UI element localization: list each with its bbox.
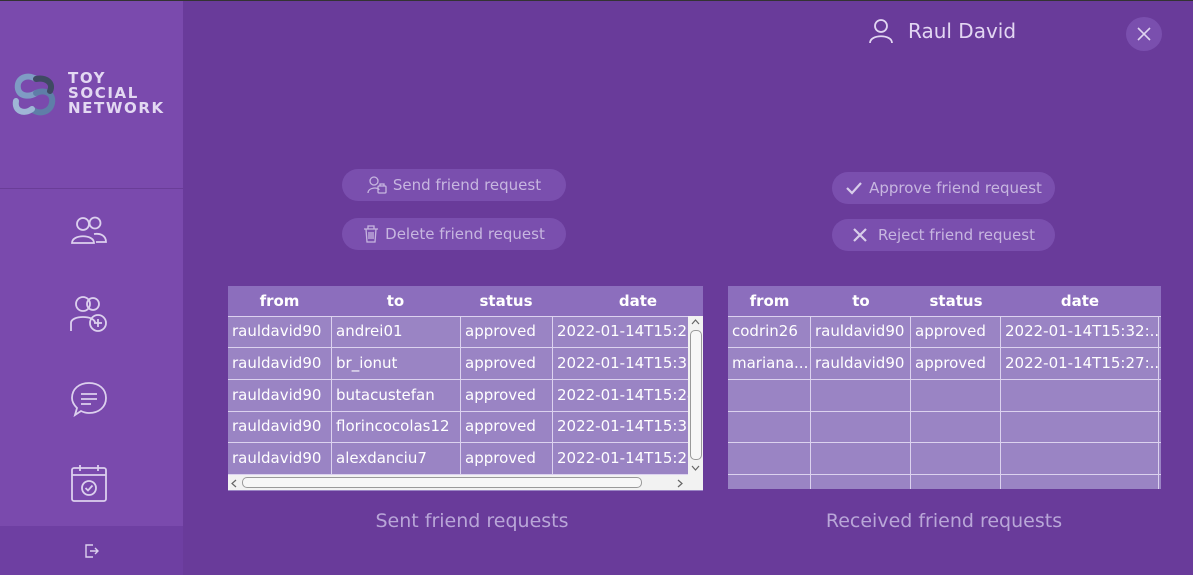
nav-messages[interactable]	[66, 378, 112, 420]
cell-to: alexdanciu7	[332, 443, 461, 474]
table-row[interactable]: rauldavid90 br_ionut approved 2022-01-14…	[228, 348, 688, 380]
cell-date: 2022-01-14T15:22	[557, 449, 688, 467]
reject-friend-request-button[interactable]: Reject friend request	[832, 219, 1055, 251]
check-icon	[846, 182, 862, 195]
scrollbar-corner	[688, 475, 703, 490]
received-requests-table[interactable]: from to status date codrin26 rauldavid90…	[728, 286, 1161, 489]
table-row[interactable]: rauldavid90 andrei01 approved 2022-01-14…	[228, 316, 688, 348]
column-header-date[interactable]: date	[552, 286, 724, 316]
table-row[interactable]: rauldavid90 florincocolas12 approved 202…	[228, 411, 688, 443]
sent-table-header: from to status date	[228, 286, 703, 317]
column-header-to[interactable]: to	[331, 286, 460, 316]
sent-requests-table[interactable]: from to status date rauldavid90 andrei01…	[228, 286, 703, 491]
cell-status: approved	[461, 348, 553, 379]
cell-status: approved	[911, 316, 1001, 347]
logo-icon	[12, 73, 56, 116]
column-header-status[interactable]: status	[911, 286, 1001, 316]
nav-add-friend[interactable]	[66, 293, 112, 335]
received-table-header: from to status date	[728, 286, 1161, 317]
cell-from: rauldavid90	[228, 380, 332, 411]
x-icon	[853, 228, 867, 242]
user-icon	[869, 19, 893, 44]
sidebar: TOY SOCIAL NETWORK	[0, 1, 183, 575]
cell-from: rauldavid90	[228, 316, 332, 347]
cell-status: approved	[461, 316, 553, 347]
nav-events[interactable]	[66, 462, 112, 504]
logo-text: TOY SOCIAL NETWORK	[68, 71, 178, 116]
cell-status: approved	[461, 380, 553, 411]
horizontal-scroll-thumb[interactable]	[242, 477, 642, 488]
cell-to: butacustefan	[332, 380, 461, 411]
add-friend-icon	[70, 296, 107, 332]
horizontal-scrollbar[interactable]	[228, 475, 688, 490]
cell-from: rauldavid90	[228, 411, 332, 442]
send-friend-request-button[interactable]: Send friend request	[342, 169, 566, 201]
trash-icon	[364, 225, 379, 243]
add-user-icon	[367, 176, 387, 194]
cell-from: mariana...	[728, 348, 811, 379]
nav-friends[interactable]	[66, 209, 112, 251]
column-header-status[interactable]: status	[460, 286, 552, 316]
events-icon	[71, 465, 107, 502]
table-row[interactable]: rauldavid90 butacustefan approved 2022-0…	[228, 380, 688, 412]
logout-button[interactable]	[0, 526, 183, 575]
cell-to: andrei01	[332, 316, 461, 347]
scroll-up-icon[interactable]	[691, 319, 700, 325]
logo-line-3: NETWORK	[68, 99, 165, 117]
cell-status: approved	[911, 348, 1001, 379]
logout-icon	[84, 543, 99, 558]
logo: TOY SOCIAL NETWORK	[0, 1, 183, 189]
friends-icon	[71, 216, 107, 244]
empty-row	[728, 443, 1161, 475]
cell-to: rauldavid90	[811, 348, 911, 379]
user-profile: Raul David	[868, 18, 1016, 44]
approve-friend-request-button[interactable]: Approve friend request	[832, 172, 1055, 204]
cell-from: rauldavid90	[228, 348, 332, 379]
empty-row	[728, 411, 1161, 443]
cell-to: br_ionut	[332, 348, 461, 379]
table-row[interactable]: rauldavid90 alexdanciu7 approved 2022-01…	[228, 443, 688, 475]
column-header-to[interactable]: to	[811, 286, 911, 316]
close-icon	[1137, 27, 1151, 41]
cell-date: 2022-01-14T15:30	[557, 417, 688, 435]
scroll-down-icon[interactable]	[691, 465, 700, 471]
close-button[interactable]	[1126, 17, 1162, 51]
cell-to: florincocolas12	[332, 411, 461, 442]
empty-row	[728, 475, 1161, 489]
cell-date: 2022-01-14T15:23	[557, 322, 688, 340]
send-friend-request-label: Send friend request	[392, 176, 542, 194]
cell-from: codrin26	[728, 316, 811, 347]
cell-to: rauldavid90	[811, 316, 911, 347]
delete-friend-request-label: Delete friend request	[385, 225, 545, 243]
approve-friend-request-label: Approve friend request	[869, 179, 1042, 197]
vertical-scroll-thumb[interactable]	[690, 330, 702, 460]
cell-date: 2022-01-14T15:30	[557, 354, 688, 372]
cell-date: 2022-01-14T15:27:...	[1001, 348, 1159, 379]
column-header-from[interactable]: from	[228, 286, 331, 316]
cell-date: 2022-01-14T15:32:...	[1001, 316, 1159, 347]
received-requests-caption: Received friend requests	[825, 510, 1063, 532]
empty-row	[728, 380, 1161, 412]
scroll-left-icon[interactable]	[231, 479, 237, 488]
column-header-date[interactable]: date	[1001, 286, 1159, 316]
cell-status: approved	[461, 443, 553, 474]
table-row[interactable]: mariana... rauldavid90 approved 2022-01-…	[728, 348, 1161, 380]
sent-requests-caption: Sent friend requests	[375, 510, 569, 532]
column-header-from[interactable]: from	[728, 286, 811, 316]
cell-date: 2022-01-14T15:24	[557, 386, 688, 404]
scroll-right-icon[interactable]	[677, 479, 683, 488]
delete-friend-request-button[interactable]: Delete friend request	[342, 218, 566, 250]
user-name: Raul David	[908, 19, 1017, 43]
vertical-scrollbar[interactable]	[688, 316, 703, 476]
messages-icon	[71, 382, 107, 418]
cell-status: approved	[461, 411, 553, 442]
table-row[interactable]: codrin26 rauldavid90 approved 2022-01-14…	[728, 316, 1161, 348]
reject-friend-request-label: Reject friend request	[878, 226, 1035, 244]
cell-from: rauldavid90	[228, 443, 332, 474]
